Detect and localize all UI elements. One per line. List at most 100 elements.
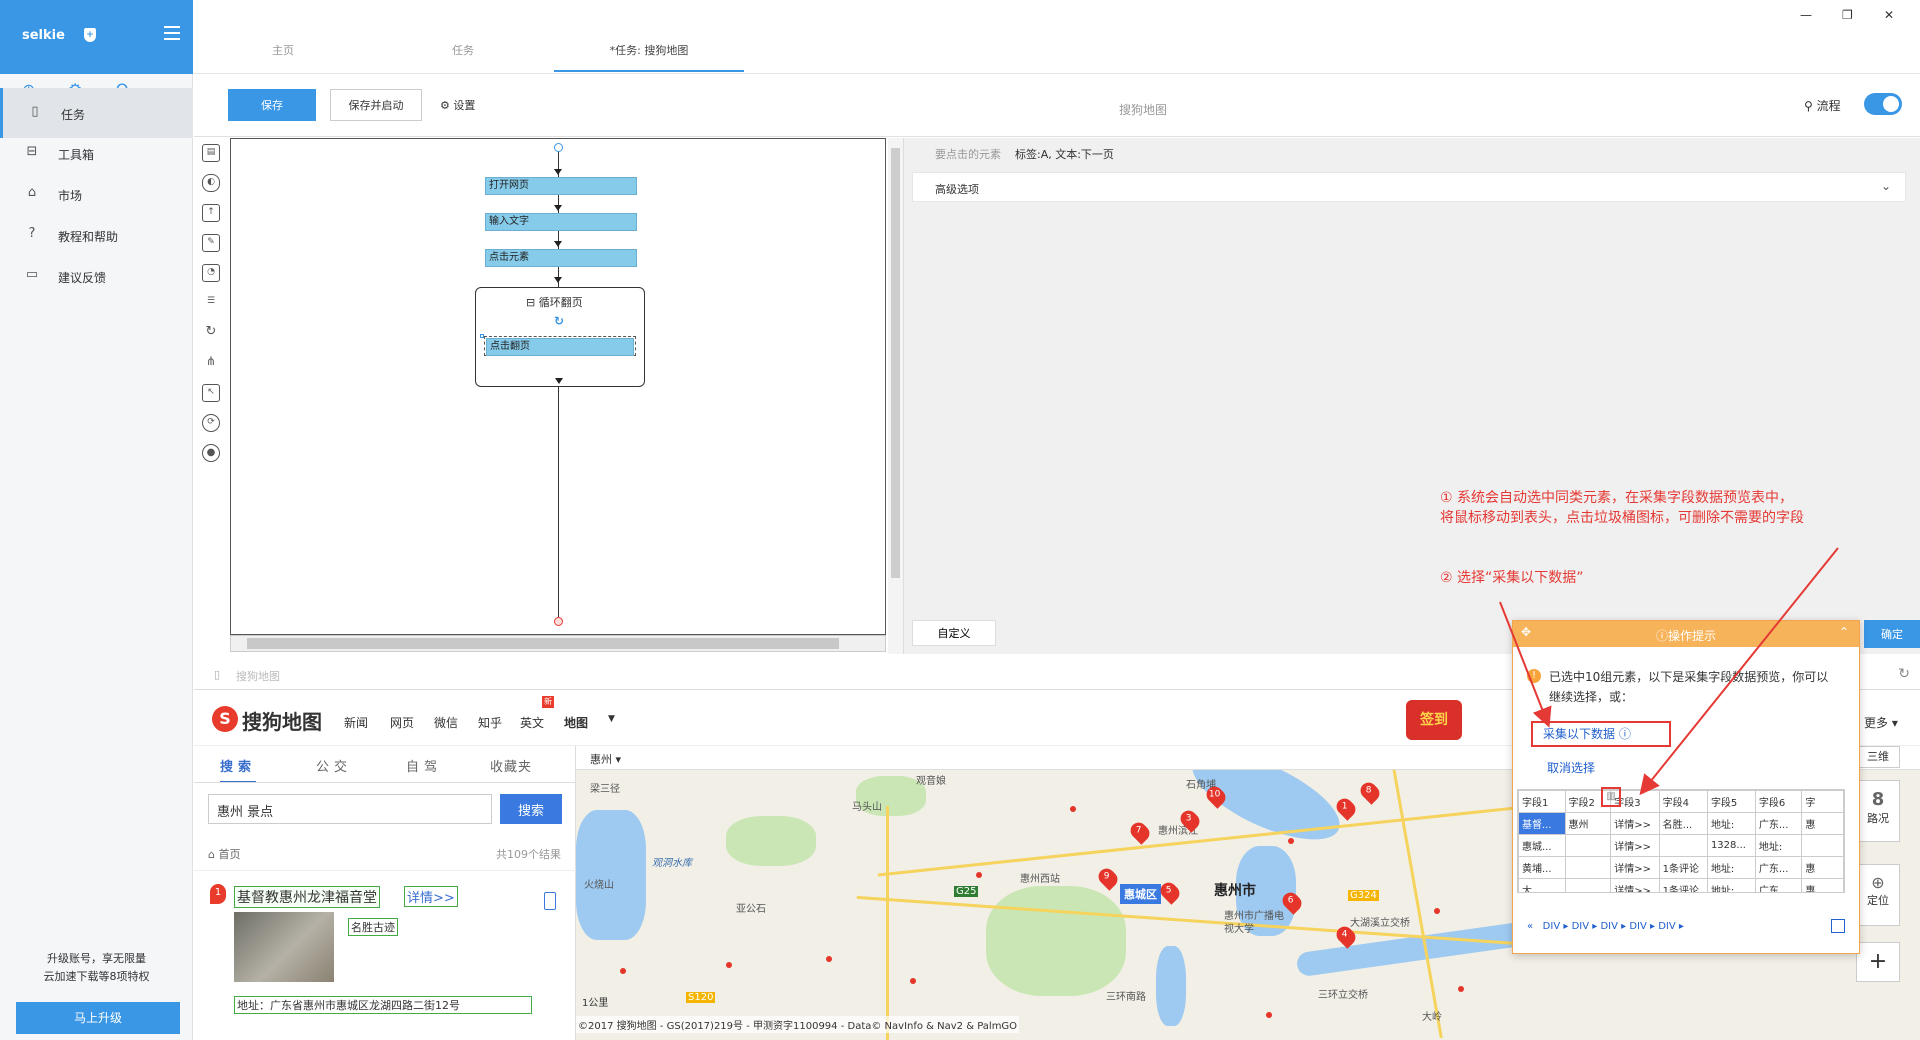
table-cell[interactable] (1564, 856, 1612, 879)
table-cell[interactable]: 详情>> (1610, 856, 1660, 879)
phone-icon[interactable] (544, 892, 556, 910)
open-page-tool-icon[interactable]: ▤ (202, 144, 220, 162)
nav-news[interactable]: 新闻 (344, 714, 368, 731)
locate-button[interactable]: ⊕ 定位 (1856, 864, 1900, 926)
tab-favorites[interactable]: 收藏夹 (490, 756, 532, 775)
canvas-horizontal-scrollbar[interactable] (230, 635, 886, 652)
table-cell[interactable]: 大... (1518, 878, 1566, 892)
nav-map[interactable]: 地图 (564, 714, 588, 731)
table-cell[interactable]: 详情>> (1610, 878, 1660, 892)
save-button[interactable]: 保存 (228, 89, 316, 121)
breadcrumb-home[interactable]: ⌂ 首页 (208, 846, 240, 862)
nav-web[interactable]: 网页 (390, 714, 414, 731)
map-pin[interactable]: 8 (1357, 779, 1383, 805)
table-cell[interactable] (1564, 878, 1612, 892)
district-badge[interactable]: 惠城区 (1120, 884, 1161, 904)
column-header[interactable]: 字段5 (1706, 790, 1756, 813)
cancel-selection-link[interactable]: 取消选择 (1547, 759, 1595, 776)
hamburger-menu-icon[interactable] (164, 26, 180, 40)
table-cell[interactable]: 惠州 (1564, 812, 1612, 835)
branch-tool-icon[interactable]: ⋔ (202, 354, 220, 372)
hover-tool-icon[interactable]: ↖ (202, 384, 220, 402)
ok-button[interactable]: 确定 (1864, 620, 1920, 648)
city-selector[interactable]: 惠州 ▾ (590, 751, 621, 767)
zoom-in-button[interactable]: + (1856, 942, 1900, 982)
workflow-loop-container[interactable]: ⊟ 循环翻页 ↻ 点击翻页 (475, 287, 645, 387)
extract-tool-icon[interactable]: ↑ (202, 204, 220, 222)
sogou-logo-text[interactable]: 搜狗地图 (242, 706, 322, 735)
data-preview-table[interactable]: 字段1 字段2 字段3 字段4 字段5 字段6 字 基督... 惠州 详情>> … (1517, 789, 1845, 893)
reload-icon[interactable]: ↻ (1898, 666, 1910, 682)
workflow-canvas[interactable]: 打开网页 输入文字 点击元素 ⊟ 循环翻页 ↻ 点击翻页 (230, 138, 886, 635)
table-cell[interactable]: 1条评论 (1658, 856, 1708, 879)
tab-home[interactable]: 主页 (272, 42, 318, 72)
column-header[interactable]: 字段6 (1754, 790, 1803, 813)
search-button[interactable]: 搜索 (500, 794, 562, 824)
table-cell[interactable]: 惠 (1801, 812, 1844, 835)
workflow-node-click-element[interactable]: 点击元素 (485, 249, 637, 267)
table-cell[interactable]: 惠 (1801, 878, 1844, 892)
workflow-node-input-text[interactable]: 输入文字 (485, 213, 637, 231)
map-pin[interactable]: 5 (1157, 879, 1183, 905)
loop-tool-icon[interactable]: ↻ (202, 324, 220, 342)
external-link-icon[interactable] (1831, 919, 1845, 933)
nav-english[interactable]: 英文 (520, 714, 544, 731)
checkin-badge[interactable]: 签到 (1406, 700, 1462, 740)
table-cell[interactable]: 广东... (1754, 856, 1803, 879)
input-text-tool-icon[interactable]: ✎ (202, 234, 220, 252)
map-pin[interactable]: 9 (1095, 865, 1121, 891)
tab-search[interactable]: 搜索 (220, 756, 257, 783)
custom-button[interactable]: 自定义 (912, 620, 996, 646)
click-tool-icon[interactable]: ◐ (202, 174, 220, 192)
table-cell[interactable]: 地址: (1706, 878, 1756, 892)
switch-tool-icon[interactable]: ⟳ (202, 414, 220, 432)
table-cell[interactable]: 广东... (1754, 812, 1803, 835)
nav-dropdown-icon[interactable]: ▼ (608, 714, 615, 724)
path-item[interactable]: DIV (1543, 921, 1561, 932)
tab-task[interactable]: 任务 (452, 42, 492, 72)
settings-button[interactable]: ⚙ 设置 (440, 97, 475, 113)
table-cell[interactable]: 惠 (1801, 856, 1844, 879)
column-header[interactable]: 字段1 (1518, 790, 1566, 813)
nav-zhihu[interactable]: 知乎 (478, 714, 502, 731)
result-photo[interactable] (234, 912, 334, 982)
table-cell[interactable]: 详情>> (1610, 812, 1660, 835)
column-header[interactable]: 字段4 (1658, 790, 1708, 813)
table-cell[interactable]: 惠城... (1518, 834, 1566, 857)
sidebar-item-feedback[interactable]: ▭ 建议反馈 (0, 251, 193, 301)
workflow-node-open-page[interactable]: 打开网页 (485, 177, 637, 195)
search-input[interactable]: 惠州 景点 (208, 794, 492, 824)
upgrade-button[interactable]: 马上升级 (16, 1002, 180, 1034)
table-cell[interactable]: 地址: (1706, 812, 1756, 835)
maximize-button[interactable]: ❐ (1842, 8, 1853, 22)
table-cell[interactable] (1801, 834, 1844, 857)
path-item[interactable]: DIV (1600, 921, 1618, 932)
table-cell[interactable]: 详情>> (1610, 834, 1660, 857)
table-cell[interactable]: 黄埔... (1518, 856, 1566, 879)
close-button[interactable]: ✕ (1884, 8, 1894, 22)
question-icon[interactable]: ⓘ (1619, 727, 1631, 741)
tab-drive[interactable]: 自驾 (406, 756, 442, 775)
column-header[interactable]: 字 (1801, 790, 1844, 813)
flow-toggle[interactable] (1864, 93, 1902, 115)
table-cell[interactable]: 地址: (1754, 834, 1803, 857)
path-item[interactable]: DIV (1629, 921, 1647, 932)
traffic-button[interactable]: 8 路况 (1856, 780, 1900, 842)
table-cell[interactable]: 基督... (1518, 812, 1566, 835)
result-title[interactable]: 基督教惠州龙津福音堂 (234, 886, 380, 908)
workflow-node-click-next-page[interactable]: 点击翻页 (486, 338, 634, 356)
table-cell[interactable]: 1328... (1706, 834, 1756, 857)
collect-data-link[interactable]: 采集以下数据 ⓘ (1531, 721, 1671, 747)
tab-bus[interactable]: 公交 (316, 756, 352, 775)
tab-sogou-map[interactable]: *任务: 搜狗地图 (554, 42, 744, 72)
table-cell[interactable] (1658, 834, 1708, 857)
nav-weixin[interactable]: 微信 (434, 714, 458, 731)
save-and-run-button[interactable]: 保存并启动 (330, 89, 422, 121)
path-item[interactable]: DIV (1572, 921, 1590, 932)
list-tool-icon[interactable]: ☰ (202, 294, 220, 312)
stop-tool-icon[interactable]: ● (202, 444, 220, 462)
collapse-up-icon[interactable]: ⌃ (1839, 625, 1849, 639)
path-item[interactable]: DIV (1658, 921, 1676, 932)
shield-icon[interactable]: + (84, 28, 96, 42)
table-cell[interactable]: 地址: (1706, 856, 1756, 879)
